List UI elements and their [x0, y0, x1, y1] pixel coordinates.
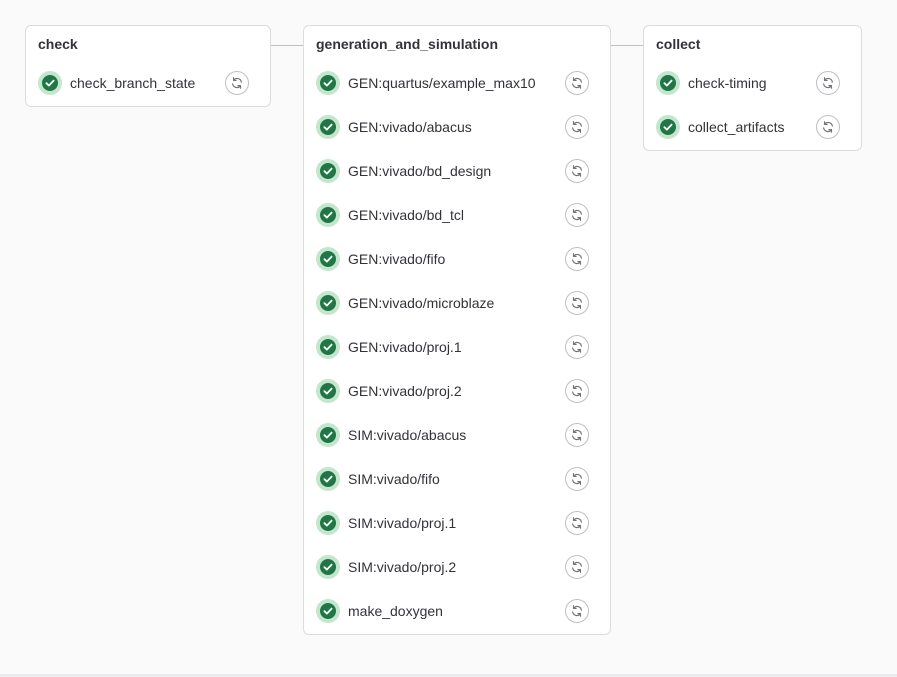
status-success-icon	[316, 159, 340, 183]
retry-icon[interactable]	[565, 599, 589, 623]
retry-icon[interactable]	[565, 511, 589, 535]
retry-icon[interactable]	[565, 71, 589, 95]
status-success-icon	[316, 511, 340, 535]
status-success-icon	[316, 71, 340, 95]
stage-generation-and-simulation: generation_and_simulation GEN:quartus/ex…	[303, 25, 611, 635]
job-name: collect_artifacts	[688, 119, 785, 135]
stage-check: check check_branch_state	[25, 25, 271, 107]
status-success-icon	[316, 247, 340, 271]
stage-connector	[270, 45, 304, 46]
job-name: GEN:quartus/example_max10	[348, 75, 536, 91]
job-item[interactable]: GEN:vivado/bd_design	[316, 155, 600, 187]
status-success-icon	[316, 203, 340, 227]
retry-icon[interactable]	[565, 467, 589, 491]
status-success-icon	[316, 599, 340, 623]
job-item[interactable]: SIM:vivado/abacus	[316, 419, 600, 451]
job-name: check-timing	[688, 75, 767, 91]
job-item[interactable]: GEN:vivado/abacus	[316, 111, 600, 143]
job-item[interactable]: GEN:vivado/proj.1	[316, 331, 600, 363]
job-item[interactable]: GEN:vivado/bd_tcl	[316, 199, 600, 231]
job-name: make_doxygen	[348, 603, 443, 619]
stage-title: generation_and_simulation	[316, 36, 499, 52]
job-collect-artifacts[interactable]: collect_artifacts	[656, 111, 851, 143]
job-item[interactable]: make_doxygen	[316, 595, 600, 627]
job-name: GEN:vivado/bd_tcl	[348, 207, 464, 223]
job-item[interactable]: SIM:vivado/proj.2	[316, 551, 600, 583]
retry-icon[interactable]	[565, 115, 589, 139]
retry-icon[interactable]	[816, 71, 840, 95]
job-name: GEN:vivado/proj.1	[348, 339, 462, 355]
status-success-icon	[656, 71, 680, 95]
retry-icon[interactable]	[565, 203, 589, 227]
job-name: SIM:vivado/proj.2	[348, 559, 457, 575]
job-item[interactable]: GEN:vivado/proj.2	[316, 375, 600, 407]
status-success-icon	[316, 467, 340, 491]
stage-collect: collect check-timing collect_artifacts	[643, 25, 862, 151]
job-name: SIM:vivado/abacus	[348, 427, 467, 443]
job-name: GEN:vivado/bd_design	[348, 163, 492, 179]
job-name: GEN:vivado/fifo	[348, 251, 446, 267]
job-item[interactable]: GEN:vivado/microblaze	[316, 287, 600, 319]
status-success-icon	[316, 291, 340, 315]
retry-icon[interactable]	[816, 115, 840, 139]
job-item[interactable]: GEN:vivado/fifo	[316, 243, 600, 275]
stage-title: check	[38, 36, 78, 52]
status-success-icon	[316, 379, 340, 403]
stage-connector	[610, 45, 644, 46]
job-item[interactable]: GEN:quartus/example_max10	[316, 67, 600, 99]
job-name: GEN:vivado/abacus	[348, 119, 472, 135]
job-item[interactable]: SIM:vivado/proj.1	[316, 507, 600, 539]
job-check-branch-state[interactable]: check_branch_state	[38, 67, 260, 99]
status-success-icon	[38, 71, 62, 95]
retry-icon[interactable]	[565, 423, 589, 447]
retry-icon[interactable]	[565, 291, 589, 315]
retry-icon[interactable]	[565, 247, 589, 271]
job-item[interactable]: SIM:vivado/fifo	[316, 463, 600, 495]
job-check-timing[interactable]: check-timing	[656, 67, 851, 99]
status-success-icon	[316, 555, 340, 579]
job-name: SIM:vivado/fifo	[348, 471, 440, 487]
status-success-icon	[656, 115, 680, 139]
retry-icon[interactable]	[565, 159, 589, 183]
retry-icon[interactable]	[565, 335, 589, 359]
retry-icon[interactable]	[225, 71, 249, 95]
retry-icon[interactable]	[565, 379, 589, 403]
job-name: GEN:vivado/proj.2	[348, 383, 462, 399]
status-success-icon	[316, 335, 340, 359]
stage-title: collect	[656, 36, 701, 52]
status-success-icon	[316, 115, 340, 139]
job-name: check_branch_state	[70, 75, 196, 91]
status-success-icon	[316, 423, 340, 447]
job-name: GEN:vivado/microblaze	[348, 295, 495, 311]
job-name: SIM:vivado/proj.1	[348, 515, 457, 531]
retry-icon[interactable]	[565, 555, 589, 579]
